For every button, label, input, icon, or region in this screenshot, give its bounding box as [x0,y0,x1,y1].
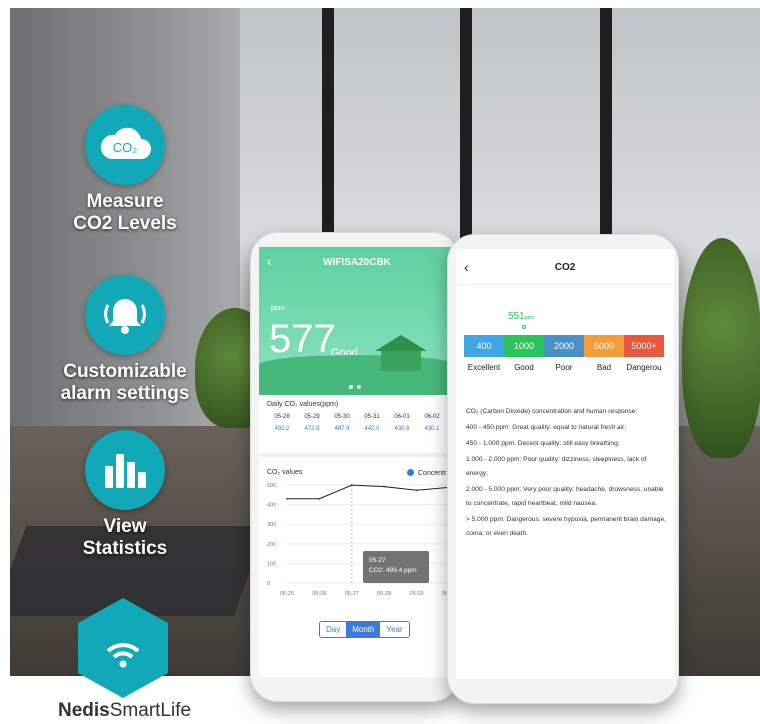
svg-text:CO₂: CO₂ [113,140,138,155]
level-label: Good [514,363,534,372]
x-tick-label: 05-25 [280,591,294,597]
bar-chart-icon [85,430,165,510]
level-label: Bad [596,363,612,372]
info-paragraph: 400 - 450 ppm: Great quality: equal to n… [466,424,627,431]
y-tick-label: 400 [267,503,276,509]
app-screen-overview: ‹ WIFISA20CBK ppm 577 Good Daily CO₂ val… [259,247,455,677]
co2-level-labels: Excellent Good Poor Bad Dangerou [464,363,664,372]
daily-title: Daily CO₂ values(ppm) [267,401,339,408]
y-tick-label: 200 [267,542,276,548]
level-box: 5000 [584,335,624,357]
daily-date: 05-28 [274,414,290,420]
info-paragraph: 2.000 - 5.000 ppm: Very poor quality: he… [466,486,664,507]
air-quality-hero: ‹ WIFISA20CBK ppm 577 Good [259,247,455,395]
daily-value: 487.9 [334,426,350,432]
x-tick-label: 05-28 [377,591,391,597]
daily-date: 06-02 [424,414,440,420]
co2-chart: CO₂ values Concentr 500 400 300 200 100 0 05-2… [259,465,455,615]
device-title: WIFISA20CBK [323,257,391,268]
co2-series-line [287,484,450,500]
daily-values-panel: Daily CO₂ values(ppm) 05-28 05-29 05-30 05-… [259,395,455,457]
x-tick-label: 05-27 [345,591,359,597]
info-paragraph: 1.000 - 2.000 ppm: Poor quality: dizzine… [466,456,647,477]
feature-statistics: View Statistics [40,430,210,560]
feature-alarm: Customizable alarm settings [40,275,210,405]
daily-date: 05-29 [304,414,320,420]
daily-value: 472.9 [304,426,320,432]
daily-date: 06-01 [394,414,410,420]
daily-value: 492.2 [274,426,290,432]
data-point[interactable] [286,497,288,500]
y-tick-label: 300 [267,522,276,528]
level-box: 400 [464,335,504,357]
tooltip-date: 05-27 [369,557,386,564]
data-point[interactable] [415,489,418,492]
data-point[interactable] [383,485,385,488]
house-illustration [375,335,427,371]
co2-info-text: CO₂ (Carbon Dioxide) concentration and h… [466,405,670,543]
co2-level-scale: 400 1000 2000 5000 5000+ [464,335,664,357]
feature-label: View Statistics [82,516,168,559]
screen-header: ‹ CO2 [456,249,674,285]
y-tick-label: 500 [267,483,276,489]
bell-alarm-icon [85,275,165,355]
feature-measure-co2: CO₂ Measure CO2 Levels [40,105,210,235]
window-frame [460,8,472,268]
window-frame [322,8,334,268]
plant [682,238,760,458]
current-value-pointer: 551ppm [508,311,535,322]
unit-label: ppm [271,305,285,312]
level-box: 5000+ [624,335,664,357]
data-point[interactable] [351,484,353,486]
app-screen-co2: ‹ CO2 551ppm 400 1000 2000 5000 5000+ Excell… [456,249,674,679]
daily-value: 442.0 [364,426,380,432]
feature-label: Measure CO2 Levels [73,191,177,234]
info-paragraph: CO₂ (Carbon Dioxide) concentration and h… [466,408,638,415]
tab-month[interactable]: Month [346,622,381,637]
info-paragraph: > 5.000 ppm: Dangerous: severe hypoxia, … [466,516,666,537]
brand-logo: NedisSmartLife [58,700,192,721]
x-tick-label: 05-26 [312,591,326,597]
x-tick-label: 05-29 [410,591,424,597]
screen-title: CO2 [554,262,576,273]
tab-day[interactable]: Day [320,622,347,637]
level-label: Dangerou [626,363,662,372]
level-box: 1000 [504,335,544,357]
level-box: 2000 [544,335,584,357]
info-paragraph: 450 - 1.000 ppm: Decent quality: still e… [466,440,620,447]
chart-title: CO₂ values [267,469,303,476]
chart-tooltip: 05-27 CO2: 499.4 ppm [363,551,429,583]
y-tick-label: 100 [267,561,276,567]
daily-date: 05-31 [364,414,380,420]
tooltip-value: CO2: 499.4 ppm [369,567,417,574]
line-chart: 500 400 300 200 100 0 05-25 05-26 05-27 05-28 05-2… [267,483,455,597]
daily-value: 430.1 [424,426,440,432]
daily-date: 05-30 [334,414,350,420]
chart-legend: Concentr [407,469,446,477]
daily-values-table: 05-28 05-29 05-30 05-31 06-01 06-02 492.2 472.9… [267,414,447,432]
phone-co2-info: ‹ CO2 551ppm 400 1000 2000 5000 5000+ Excell… [447,234,679,704]
data-point[interactable] [318,497,321,500]
level-label: Poor [555,363,573,372]
tab-year[interactable]: Year [380,622,409,637]
co2-cloud-icon: CO₂ [85,105,165,185]
legend-dot-icon [407,469,414,476]
window-frame [600,8,612,268]
page-indicator [349,385,361,389]
period-selector: Day Month Year [319,621,410,638]
co2-reading: 577 [269,317,336,361]
y-tick-label: 0 [267,581,270,587]
phone-device-statistics: ‹ WIFISA20CBK ppm 577 Good Daily CO₂ val… [250,232,460,702]
pointer-marker [522,325,526,329]
daily-value: 430.8 [394,426,410,432]
level-label: Excellent [467,363,501,372]
feature-label: Customizable alarm settings [60,361,190,404]
